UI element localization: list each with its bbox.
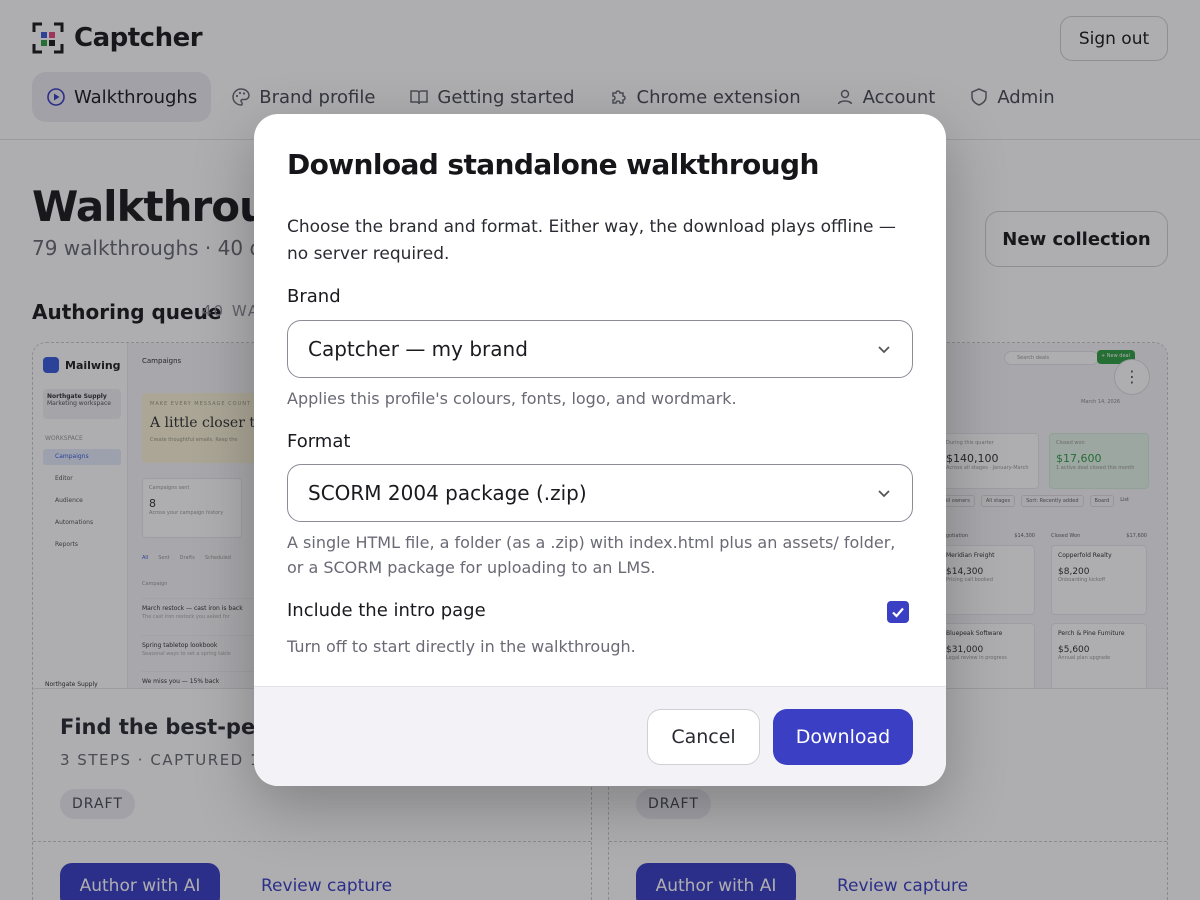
brand-select-value: Captcher — my brand: [308, 337, 528, 361]
chevron-down-icon: [878, 490, 890, 498]
format-help-text: A single HTML file, a folder (as a .zip)…: [287, 533, 896, 577]
intro-page-checkbox[interactable]: [887, 601, 909, 623]
brand-select[interactable]: Captcher — my brand: [287, 320, 913, 378]
format-label: Format: [287, 431, 351, 452]
format-select-value: SCORM 2004 package (.zip): [308, 481, 587, 505]
download-button[interactable]: Download: [773, 709, 913, 765]
brand-help-text: Applies this profile's colours, fonts, l…: [287, 389, 737, 408]
format-select[interactable]: SCORM 2004 package (.zip): [287, 464, 913, 522]
brand-label: Brand: [287, 286, 341, 307]
cancel-button[interactable]: Cancel: [647, 709, 760, 765]
checkmark-icon: [892, 607, 904, 618]
dialog-description: Choose the brand and format. Either way,…: [287, 217, 896, 264]
dialog-title: Download standalone walkthrough: [287, 148, 819, 181]
intro-page-help-text: Turn off to start directly in the walkth…: [287, 637, 636, 656]
intro-page-label[interactable]: Include the intro page: [287, 600, 486, 621]
dialog-footer: Cancel Download: [254, 686, 946, 786]
chevron-down-icon: [878, 346, 890, 354]
download-dialog: Download standalone walkthrough Choose t…: [254, 114, 946, 786]
